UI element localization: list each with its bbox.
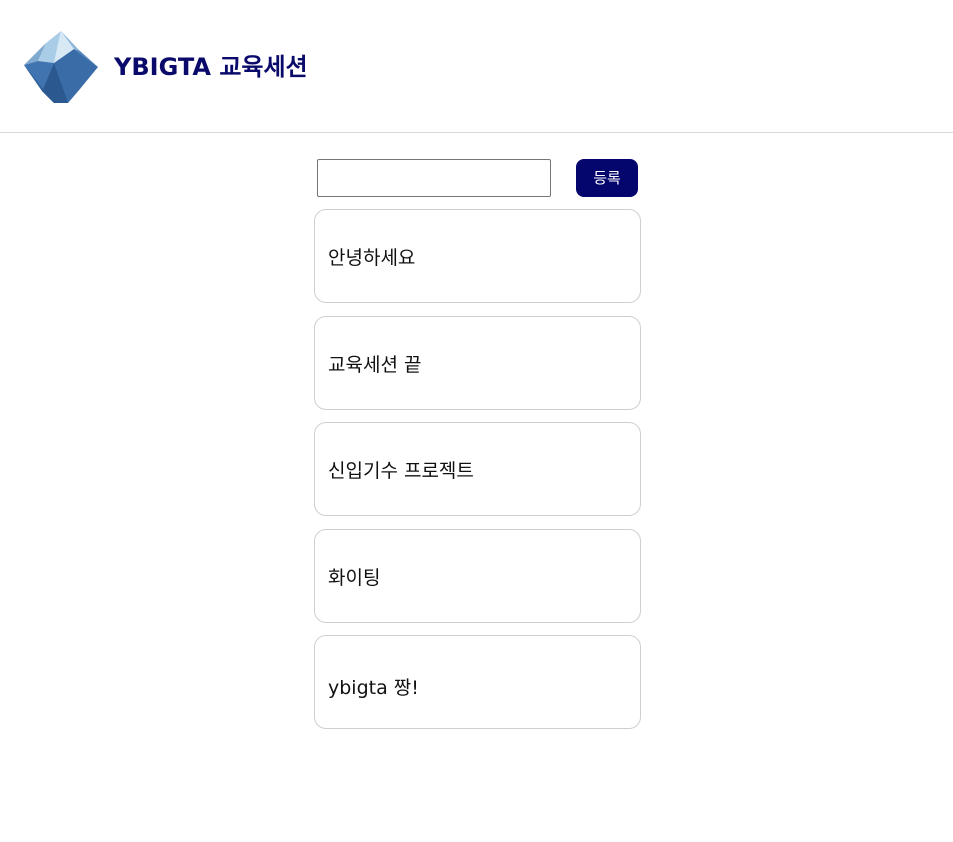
- list-item[interactable]: 교육세션 끝: [314, 316, 641, 410]
- list-item-text: 화이팅: [328, 566, 381, 589]
- todo-form: 등록: [317, 159, 638, 197]
- list-item[interactable]: 신입기수 프로젝트: [314, 422, 641, 516]
- list-item-text: ybigta 짱!: [328, 676, 419, 699]
- page-title: YBIGTA 교육세션: [114, 53, 308, 81]
- list-item[interactable]: ybigta 짱!: [314, 635, 641, 729]
- list-item[interactable]: 화이팅: [314, 529, 641, 623]
- todo-list: 안녕하세요 교육세션 끝 신입기수 프로젝트 화이팅 ybigta 짱!: [314, 209, 641, 742]
- register-button[interactable]: 등록: [576, 159, 638, 197]
- list-item-text: 신입기수 프로젝트: [328, 459, 474, 482]
- todo-input[interactable]: [317, 159, 551, 197]
- list-item[interactable]: 안녕하세요: [314, 209, 641, 303]
- list-item-text: 교육세션 끝: [328, 353, 422, 376]
- list-item-text: 안녕하세요: [328, 246, 416, 269]
- iceberg-logo-icon: [24, 31, 98, 103]
- app-header: YBIGTA 교육세션: [0, 0, 953, 133]
